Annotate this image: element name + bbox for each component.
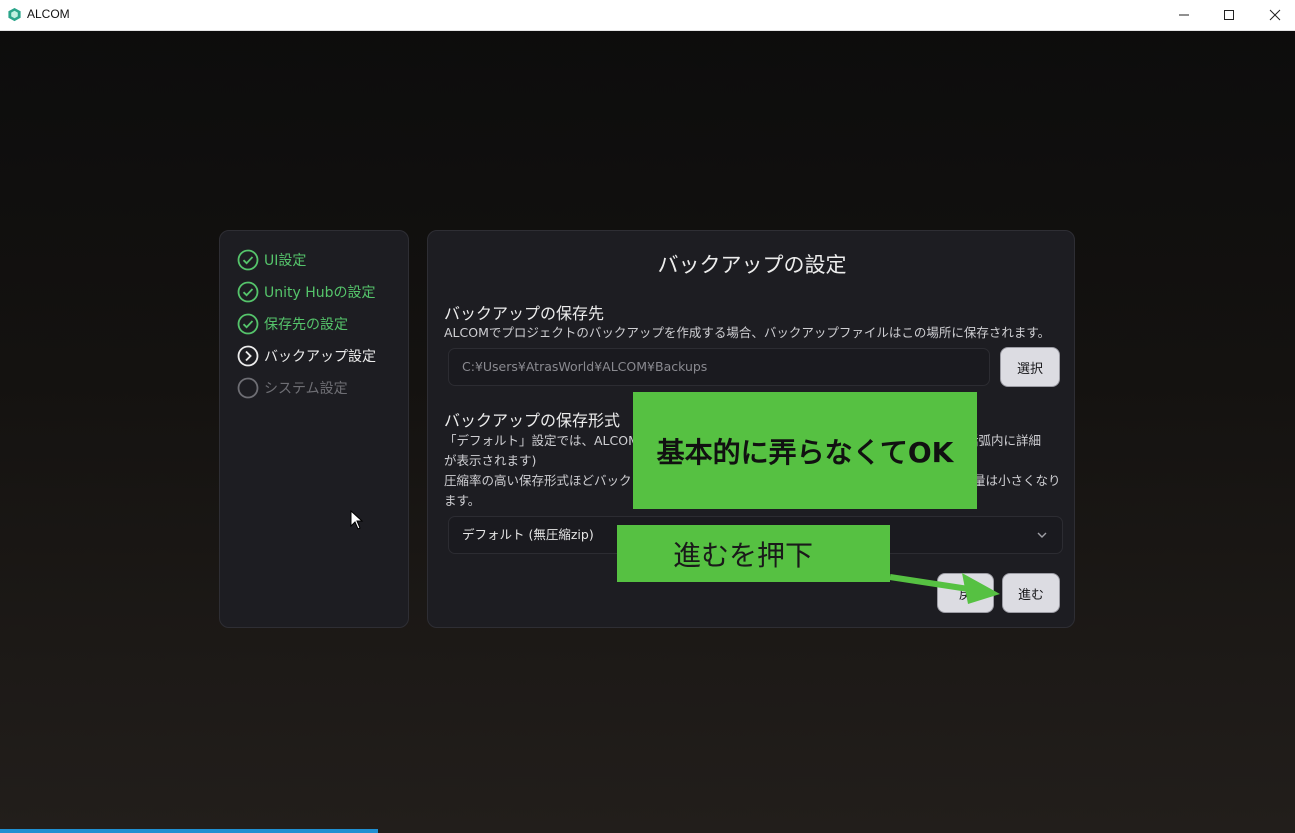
- backup-format-description-3: 圧縮率の高い保存形式ほどバック: [444, 473, 632, 488]
- title-bar: ALCOM: [0, 0, 1295, 31]
- backup-format-title: バックアップの保存形式: [444, 411, 621, 430]
- minimize-icon: [1179, 14, 1189, 16]
- select-folder-button[interactable]: 選択: [1000, 347, 1060, 387]
- backup-path-input[interactable]: C:¥Users¥AtrasWorld¥ALCOM¥Backups: [448, 348, 990, 386]
- empty-circle-icon: [237, 377, 259, 399]
- backup-format-description-1-end: 括弧内に詳細: [966, 433, 1042, 448]
- step-label: Unity Hubの設定: [264, 285, 376, 301]
- annotation-press-next: 進むを押下: [617, 525, 890, 582]
- close-button[interactable]: [1252, 0, 1295, 30]
- alcom-logo-icon: [8, 7, 21, 22]
- backup-location-title: バックアップの保存先: [444, 304, 605, 323]
- backup-format-description-2: が表示されます): [444, 453, 537, 468]
- maximize-button[interactable]: [1206, 0, 1252, 30]
- window-title: ALCOM: [27, 7, 70, 21]
- selected-format: デフォルト (無圧縮zip): [462, 527, 594, 542]
- backup-format-description-3-end: 量は小さくなり: [973, 473, 1061, 488]
- back-button[interactable]: 戻: [937, 573, 994, 613]
- check-circle-icon: [237, 249, 259, 271]
- step-label: 保存先の設定: [264, 317, 348, 333]
- taskbar-progress-strip: [0, 829, 378, 833]
- page-title: バックアップの設定: [657, 253, 847, 277]
- next-button[interactable]: 進む: [1002, 573, 1060, 613]
- check-circle-icon: [237, 281, 259, 303]
- step-label: バックアップ設定: [264, 349, 376, 365]
- step-label: システム設定: [264, 381, 348, 397]
- step-ui-settings: UI設定: [237, 248, 306, 272]
- check-circle-icon: [237, 313, 259, 335]
- chevron-right-circle-icon: [237, 345, 259, 367]
- step-system-settings: システム設定: [237, 376, 348, 400]
- close-icon: [1269, 9, 1281, 21]
- backup-location-description: ALCOMでプロジェクトのバックアップを作成する場合、バックアップファイルはこの…: [444, 325, 1051, 340]
- minimize-button[interactable]: [1161, 0, 1207, 30]
- step-backup-settings: バックアップ設定: [237, 344, 376, 368]
- annotation-no-change-needed: 基本的に弄らなくてOK: [633, 392, 977, 509]
- step-save-location-settings: 保存先の設定: [237, 312, 348, 336]
- maximize-icon: [1224, 10, 1234, 20]
- mouse-cursor-icon: [350, 510, 364, 530]
- step-unity-hub-settings: Unity Hubの設定: [237, 280, 376, 304]
- backup-format-description-4: ます。: [444, 493, 481, 508]
- chevron-down-icon: [1037, 532, 1047, 538]
- step-label: UI設定: [264, 253, 307, 269]
- setup-steps-sidebar: UI設定 Unity Hubの設定 保存先の設定 バックアップ設定 システム設定: [219, 230, 409, 628]
- backup-format-description-1: 「デフォルト」設定では、ALCOM開: [444, 433, 652, 448]
